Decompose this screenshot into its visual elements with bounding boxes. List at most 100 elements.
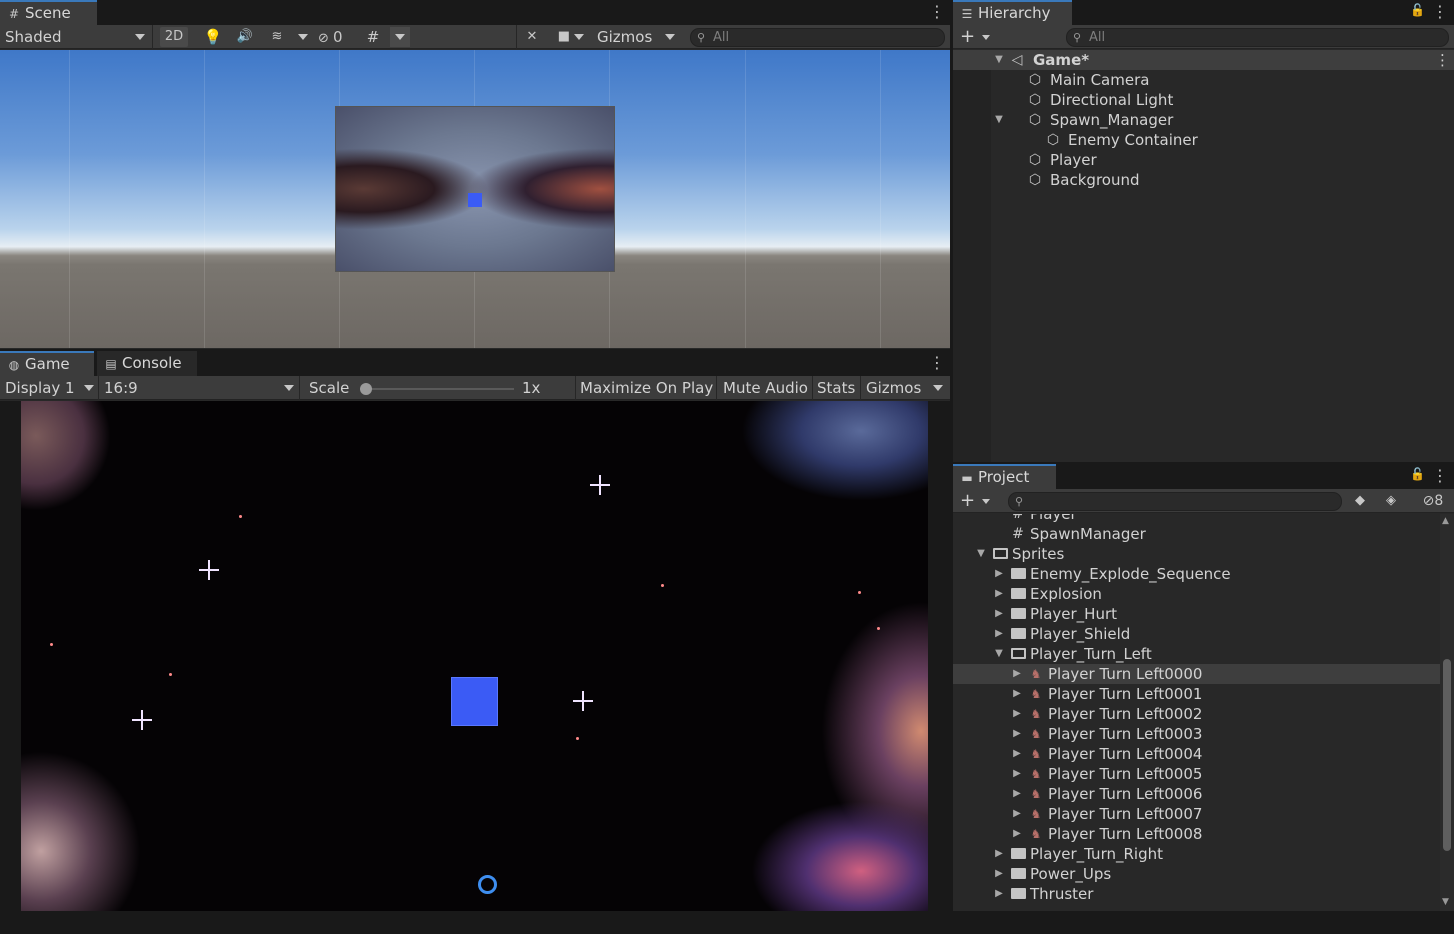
- game-viewport[interactable]: [21, 401, 928, 911]
- hierarchy-item[interactable]: ⬡ Enemy Container: [953, 130, 1454, 150]
- project-item[interactable]: ▶ ♞ Player Turn Left0006: [953, 784, 1440, 804]
- chevron-right-icon[interactable]: ▶: [993, 884, 1005, 904]
- chevron-down-icon[interactable]: ▼: [993, 110, 1005, 130]
- tab-hierarchy[interactable]: ☰ Hierarchy: [953, 0, 1072, 25]
- hierarchy-item[interactable]: ⬡ Main Camera: [953, 70, 1454, 90]
- game-player-object[interactable]: [451, 677, 498, 726]
- tab-game[interactable]: ◍ Game: [0, 351, 94, 376]
- search-by-type-icon[interactable]: ◆: [1350, 491, 1370, 511]
- aspect-dropdown[interactable]: 16:9: [104, 377, 298, 399]
- project-item[interactable]: ▶ ♞ Player Turn Left0007: [953, 804, 1440, 824]
- project-item[interactable]: ▶ ♞ Player Turn Left0002: [953, 704, 1440, 724]
- chevron-down-icon[interactable]: ▼: [975, 544, 987, 564]
- lock-icon[interactable]: 🔓: [1410, 3, 1425, 17]
- effects-toggle-icon[interactable]: ≋: [264, 27, 290, 47]
- lighting-toggle-icon[interactable]: 💡: [200, 27, 226, 47]
- tab-console[interactable]: ▤ Console: [97, 351, 197, 376]
- chevron-right-icon[interactable]: ▶: [1011, 824, 1023, 844]
- project-item[interactable]: ▶ Explosion: [953, 584, 1440, 604]
- scale-slider-thumb[interactable]: [360, 383, 372, 395]
- scene-player-object[interactable]: [468, 193, 482, 207]
- chevron-down-icon[interactable]: ▼: [993, 644, 1005, 664]
- project-item[interactable]: ▶ ♞ Player Turn Left0001: [953, 684, 1440, 704]
- 2d-toggle-button[interactable]: 2D: [160, 27, 188, 47]
- scroll-down-icon[interactable]: ▼: [1442, 897, 1449, 907]
- maximize-on-play-toggle[interactable]: Maximize On Play: [580, 377, 715, 399]
- chevron-right-icon[interactable]: ▶: [993, 624, 1005, 644]
- mute-audio-toggle[interactable]: Mute Audio: [723, 377, 811, 399]
- game-gizmos-toggle[interactable]: Gizmos: [866, 377, 924, 399]
- project-item[interactable]: # Player: [953, 514, 1440, 524]
- hidden-packages-toggle[interactable]: ⊘8: [1415, 491, 1451, 511]
- hierarchy-menu-icon[interactable]: ⋮: [1432, 2, 1448, 22]
- stats-toggle[interactable]: Stats: [817, 377, 859, 399]
- project-add-button[interactable]: +: [960, 490, 994, 512]
- chevron-right-icon[interactable]: ▶: [993, 844, 1005, 864]
- hierarchy-add-button[interactable]: +: [960, 26, 994, 48]
- project-item[interactable]: # SpawnManager: [953, 524, 1440, 544]
- effects-dropdown[interactable]: [295, 27, 311, 47]
- chevron-right-icon[interactable]: ▶: [1011, 684, 1023, 704]
- root-menu-icon[interactable]: ⋮: [1435, 50, 1450, 70]
- project-item[interactable]: ▶ ♞ Player Turn Left0004: [953, 744, 1440, 764]
- game-menu-icon[interactable]: ⋮: [929, 353, 945, 373]
- scene-gizmos-button[interactable]: Gizmos: [597, 26, 657, 48]
- project-search-input[interactable]: ⚲: [1008, 492, 1342, 511]
- project-item[interactable]: ▶ Player_Shield: [953, 624, 1440, 644]
- chevron-right-icon[interactable]: ▶: [1011, 724, 1023, 744]
- grid-dropdown[interactable]: [390, 27, 410, 47]
- chevron-right-icon[interactable]: ▶: [993, 604, 1005, 624]
- hierarchy-search-input[interactable]: ⚲ All: [1066, 28, 1449, 47]
- chevron-right-icon[interactable]: ▶: [1011, 704, 1023, 724]
- project-item[interactable]: ▶ ♞ Player Turn Left0005: [953, 764, 1440, 784]
- audio-toggle-icon[interactable]: 🔊: [232, 27, 258, 47]
- lock-icon[interactable]: 🔓: [1410, 467, 1425, 481]
- project-item[interactable]: ▶ Thruster: [953, 884, 1440, 904]
- chevron-right-icon[interactable]: ▶: [1011, 804, 1023, 824]
- chevron-right-icon[interactable]: ▶: [993, 564, 1005, 584]
- chevron-down-icon[interactable]: ▼: [993, 50, 1005, 70]
- game-powerup-ring[interactable]: [478, 875, 497, 894]
- scene-menu-icon[interactable]: ⋮: [929, 2, 945, 22]
- project-item[interactable]: ▶ Power_Ups: [953, 864, 1440, 884]
- chevron-right-icon[interactable]: ▶: [1011, 744, 1023, 764]
- display-dropdown[interactable]: Display 1: [5, 377, 97, 399]
- shading-mode-dropdown[interactable]: Shaded: [5, 26, 150, 48]
- tab-scene[interactable]: # Scene: [0, 0, 97, 25]
- search-by-label-icon[interactable]: ◈: [1381, 491, 1401, 511]
- scene-visibility-toggle[interactable]: ⊘ 0: [318, 27, 356, 47]
- game-gizmos-dropdown[interactable]: [928, 378, 948, 398]
- project-item[interactable]: ▼ Sprites: [953, 544, 1440, 564]
- scene-search-input[interactable]: ⚲ All: [690, 28, 945, 47]
- scene-viewport[interactable]: [0, 50, 950, 348]
- scale-slider[interactable]: [360, 383, 514, 395]
- scroll-up-icon[interactable]: ▲: [1442, 516, 1449, 526]
- hierarchy-item[interactable]: ⬡ Player: [953, 150, 1454, 170]
- project-item[interactable]: ▶ Player_Hurt: [953, 604, 1440, 624]
- project-item[interactable]: ▼ Player_Turn_Left: [953, 644, 1440, 664]
- chevron-right-icon[interactable]: ▶: [993, 864, 1005, 884]
- scene-gizmos-dropdown[interactable]: [660, 27, 680, 47]
- chevron-right-icon[interactable]: ▶: [1011, 664, 1023, 684]
- project-item[interactable]: ▶ Player_Turn_Right: [953, 844, 1440, 864]
- chevron-right-icon[interactable]: ▶: [1011, 784, 1023, 804]
- hierarchy-item[interactable]: ⬡ Background: [953, 170, 1454, 190]
- chevron-right-icon[interactable]: ▶: [993, 584, 1005, 604]
- hierarchy-item[interactable]: ⬡ Directional Light: [953, 90, 1454, 110]
- project-scrollbar-thumb[interactable]: [1443, 659, 1451, 851]
- project-scrollbar[interactable]: ▲ ▼: [1440, 514, 1454, 911]
- project-item[interactable]: ▶ ♞ Player Turn Left0000: [953, 664, 1440, 684]
- project-menu-icon[interactable]: ⋮: [1432, 466, 1448, 486]
- project-item[interactable]: ▶ Enemy_Explode_Sequence: [953, 564, 1440, 584]
- chevron-right-icon[interactable]: ▶: [1011, 764, 1023, 784]
- tools-icon[interactable]: ✕: [521, 27, 543, 47]
- project-item-label: Enemy_Explode_Sequence: [1030, 565, 1231, 583]
- scene-background-sprite[interactable]: [335, 106, 615, 272]
- hierarchy-item[interactable]: ▼ ⬡ Spawn_Manager: [953, 110, 1454, 130]
- grid-toggle-icon[interactable]: #: [362, 27, 384, 47]
- project-item[interactable]: ▶ ♞ Player Turn Left0003: [953, 724, 1440, 744]
- tab-project[interactable]: ▬ Project: [953, 464, 1056, 489]
- camera-dropdown[interactable]: ■: [552, 27, 590, 47]
- project-item[interactable]: ▶ ♞ Player Turn Left0008: [953, 824, 1440, 844]
- hierarchy-root-scene[interactable]: ▼ ◁ Game* ⋮: [953, 50, 1454, 70]
